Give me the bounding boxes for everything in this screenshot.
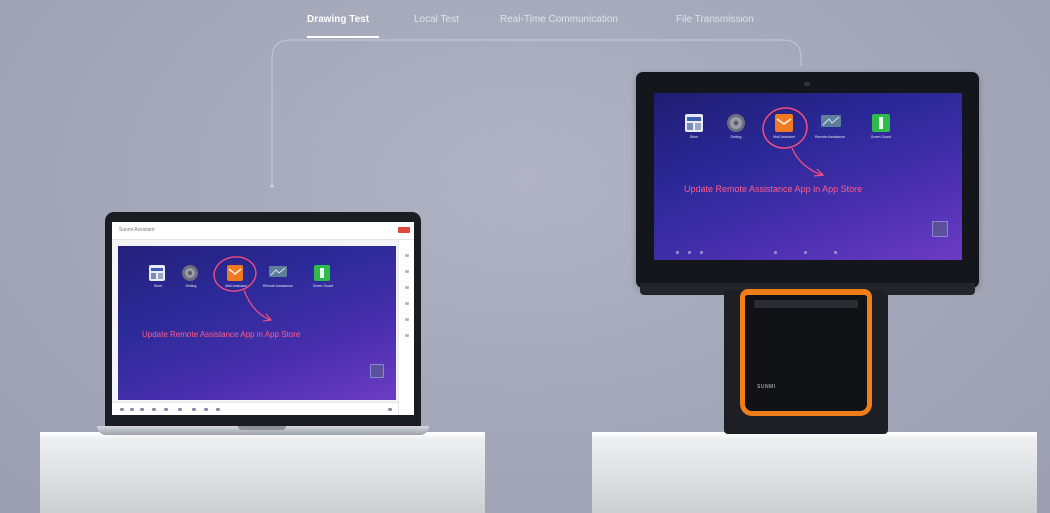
icon-label: Remote Assistance <box>815 135 845 139</box>
toolbar-icon[interactable] <box>405 254 409 257</box>
taskbar-icon[interactable] <box>688 251 691 254</box>
pos-desktop: Store Setting Mail Assistant Remote Assi… <box>654 93 962 260</box>
laptop-remote-window: Sunmi Assistant Store Setting Mail Assis… <box>112 222 414 415</box>
pos-printer-frame <box>740 289 872 416</box>
tab-local-test[interactable]: Local Test <box>414 14 459 25</box>
icon-label: Setting <box>185 284 197 288</box>
left-pedestal <box>40 432 485 513</box>
feature-tabs: Drawing Test Local Test Real-Time Commun… <box>0 12 1050 42</box>
desktop-icon-remote-assistance[interactable]: Remote Assistance <box>263 264 293 288</box>
store-icon <box>685 114 703 132</box>
taskbar-icon[interactable] <box>700 251 703 254</box>
toolbar-icon[interactable] <box>405 318 409 321</box>
pos-camera <box>804 82 810 86</box>
toolbar-icon[interactable] <box>405 286 409 289</box>
green-app-icon <box>314 265 330 281</box>
tab-real-time-communication[interactable]: Real-Time Communication <box>500 14 618 25</box>
toolbar-icon[interactable] <box>178 408 182 411</box>
taskbar-icon[interactable] <box>774 251 777 254</box>
pos-brand-logo: SUNMI <box>757 384 776 390</box>
settings-icon <box>727 114 745 132</box>
laptop-mirrored-desktop: Store Setting Mail Assistant Remote Assi… <box>118 246 396 400</box>
icon-label: Mail Assistant <box>225 284 247 288</box>
store-icon <box>149 265 165 281</box>
window-title: Sunmi Assistant <box>119 227 155 233</box>
desktop-icon-settings[interactable]: Setting <box>726 113 746 139</box>
mail-icon <box>775 114 793 132</box>
toolbar-icon[interactable] <box>405 270 409 273</box>
desktop-icon-green-guard[interactable]: Green Guard <box>871 113 891 139</box>
toolbar-icon[interactable] <box>192 408 196 411</box>
window-titlebar: Sunmi Assistant <box>112 222 414 240</box>
tab-drawing-test[interactable]: Drawing Test <box>307 14 369 25</box>
green-app-icon <box>872 114 890 132</box>
icon-label: Store <box>689 135 699 139</box>
laptop-bottom-toolbar <box>112 402 398 415</box>
taskbar-icon[interactable] <box>834 251 837 254</box>
toolbar-icon[interactable] <box>204 408 208 411</box>
taskbar-icon[interactable] <box>676 251 679 254</box>
icon-label: Setting <box>730 135 742 139</box>
annotation-text: Update Remote Assistance App in App Stor… <box>684 184 863 194</box>
pos-printer-slot <box>754 300 858 308</box>
icon-label: Green Guard <box>312 284 334 288</box>
desktop-icon-store[interactable]: Store <box>148 264 166 288</box>
mail-icon <box>227 265 243 281</box>
toolbar-icon[interactable] <box>164 408 168 411</box>
window-side-toolbar <box>398 240 414 415</box>
icon-label: Green Guard <box>870 135 892 139</box>
floating-assist-icon[interactable] <box>932 221 948 237</box>
remote-assistance-icon <box>821 115 841 127</box>
icon-label: Mail Assistant <box>773 135 795 139</box>
settings-icon <box>182 265 198 281</box>
active-tab-indicator <box>307 36 379 38</box>
taskbar-icon[interactable] <box>804 251 807 254</box>
toolbar-icon[interactable] <box>405 334 409 337</box>
desktop-icon-settings[interactable]: Setting <box>181 264 199 288</box>
tab-file-transmission[interactable]: File Transmission <box>676 14 754 25</box>
toolbar-icon[interactable] <box>405 302 409 305</box>
desktop-icon-green-guard[interactable]: Green Guard <box>313 264 333 288</box>
laptop-notch <box>238 426 286 430</box>
icon-label: Remote Assistance <box>263 284 293 288</box>
desktop-icon-mail-assistant[interactable]: Mail Assistant <box>225 264 247 288</box>
desktop-icon-store[interactable]: Store <box>684 113 704 139</box>
toolbar-icon[interactable] <box>152 408 156 411</box>
desktop-icon-mail-assistant[interactable]: Mail Assistant <box>773 113 795 139</box>
toolbar-icon[interactable] <box>120 408 124 411</box>
floating-assist-icon[interactable] <box>370 364 384 378</box>
annotation-text: Update Remote Assistance App in App Stor… <box>142 330 301 339</box>
window-close-button[interactable] <box>398 227 410 233</box>
toolbar-icon[interactable] <box>140 408 144 411</box>
remote-assistance-icon <box>269 266 287 277</box>
toolbar-icon[interactable] <box>388 408 392 411</box>
toolbar-icon[interactable] <box>130 408 134 411</box>
desktop-icon-remote-assistance[interactable]: Remote Assistance <box>815 113 845 139</box>
toolbar-icon[interactable] <box>216 408 220 411</box>
right-pedestal <box>592 432 1037 513</box>
